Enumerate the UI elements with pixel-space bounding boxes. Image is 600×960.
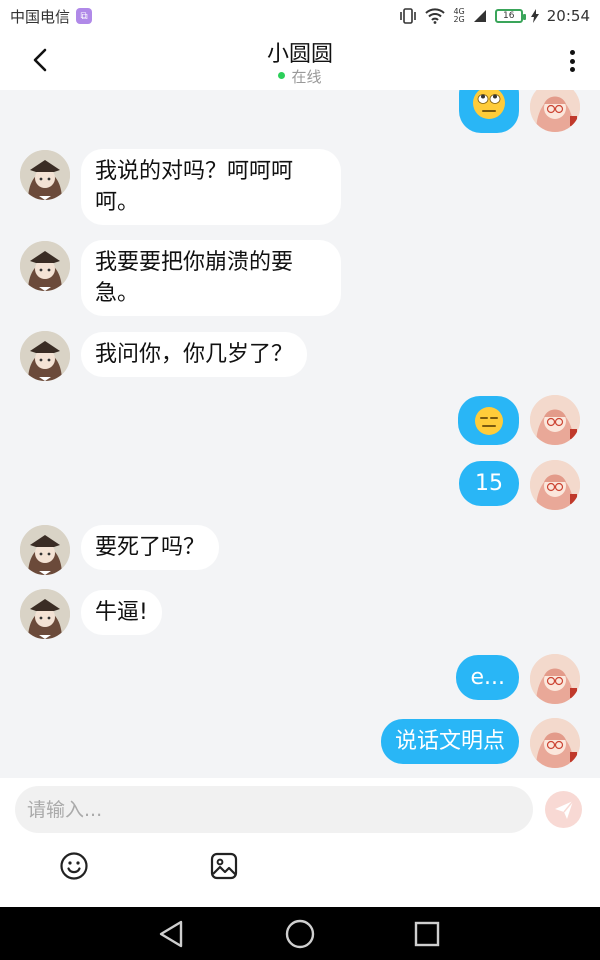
more-dot <box>569 67 575 72</box>
battery-icon: 16 <box>494 9 526 23</box>
wifi-icon <box>425 8 446 24</box>
status-bar: 中国电信 ⧉ 4G 2G 16 20:54 <box>0 0 600 32</box>
message-outgoing: e... <box>0 653 600 705</box>
nav-recents-button[interactable] <box>410 917 444 951</box>
contact-avatar[interactable] <box>20 525 70 575</box>
more-dot <box>569 58 575 64</box>
status-right: 4G 2G 16 20:54 <box>399 7 590 25</box>
message-incoming: 牛逼! <box>0 588 600 640</box>
more-dot <box>569 50 575 55</box>
my-avatar[interactable] <box>530 90 580 132</box>
message-outgoing <box>0 90 600 142</box>
contact-avatar[interactable] <box>20 331 70 381</box>
more-options-button[interactable] <box>562 46 582 76</box>
contact-avatar[interactable] <box>20 150 70 200</box>
message-outgoing <box>0 395 600 447</box>
clock: 20:54 <box>546 7 590 25</box>
carrier-label: 中国电信 <box>10 7 71 26</box>
message-input[interactable] <box>15 786 533 833</box>
app-notification-icon: ⧉ <box>76 8 93 24</box>
message-bubble[interactable]: 我要要把你崩溃的要急。 <box>81 240 341 316</box>
message-bubble[interactable]: 说话文明点 <box>380 719 519 764</box>
network-indicator: 4G 2G <box>453 7 465 24</box>
message-bubble[interactable] <box>459 90 519 133</box>
message-bubble[interactable] <box>458 396 519 445</box>
system-navigation-bar <box>0 907 600 960</box>
image-button[interactable] <box>208 850 240 882</box>
message-bubble[interactable]: 牛逼! <box>81 590 162 635</box>
square-recents-icon <box>414 921 440 947</box>
send-button[interactable] <box>545 791 582 828</box>
nav-back-button[interactable] <box>154 917 188 951</box>
contact-status: 在线 <box>0 66 600 87</box>
my-avatar[interactable] <box>530 460 580 510</box>
message-bubble[interactable]: 我说的对吗？呵呵呵呵。 <box>81 149 341 225</box>
image-icon <box>210 852 238 880</box>
chat-header: 小圆圆 在线 <box>0 32 600 90</box>
message-incoming: 要死了吗？ <box>0 524 600 576</box>
message-bubble[interactable]: 我问你，你几岁了？ <box>81 332 308 377</box>
status-left: 中国电信 ⧉ <box>10 6 93 27</box>
message-outgoing: 15 <box>0 460 600 512</box>
my-avatar[interactable] <box>530 395 580 445</box>
contact-avatar[interactable] <box>20 589 70 639</box>
my-avatar[interactable] <box>530 654 580 704</box>
online-label: 在线 <box>291 68 322 86</box>
triangle-back-icon <box>159 920 183 948</box>
nav-home-button[interactable] <box>283 917 317 951</box>
expressionless-emoji-icon <box>474 406 503 435</box>
paper-plane-icon <box>554 800 574 819</box>
message-incoming: 我要要把你崩溃的要急。 <box>0 240 600 316</box>
emoji-button[interactable] <box>58 850 90 882</box>
message-incoming: 我问你，你几岁了？ <box>0 331 600 381</box>
charging-icon <box>530 9 539 23</box>
online-indicator <box>278 72 286 79</box>
message-bubble[interactable]: 15 <box>459 461 519 506</box>
contact-avatar[interactable] <box>20 241 70 291</box>
vibrate-icon <box>399 8 417 24</box>
rolling-eyes-emoji-icon <box>473 90 505 119</box>
contact-name: 小圆圆 <box>266 42 333 67</box>
circle-home-icon <box>285 919 315 949</box>
message-incoming: 我说的对吗？呵呵呵呵。 <box>0 149 600 225</box>
message-outgoing: 说话文明点 <box>0 718 600 770</box>
smiley-icon <box>60 852 88 880</box>
input-bar <box>0 778 600 907</box>
message-bubble[interactable]: e... <box>456 655 519 700</box>
my-avatar[interactable] <box>530 718 580 768</box>
signal-icon <box>473 9 487 23</box>
message-list[interactable]: 我说的对吗？呵呵呵呵。 我要要把你崩溃的要急。 我问你，你几岁了？ 15 要死了… <box>0 90 600 778</box>
message-bubble[interactable]: 要死了吗？ <box>81 525 220 570</box>
